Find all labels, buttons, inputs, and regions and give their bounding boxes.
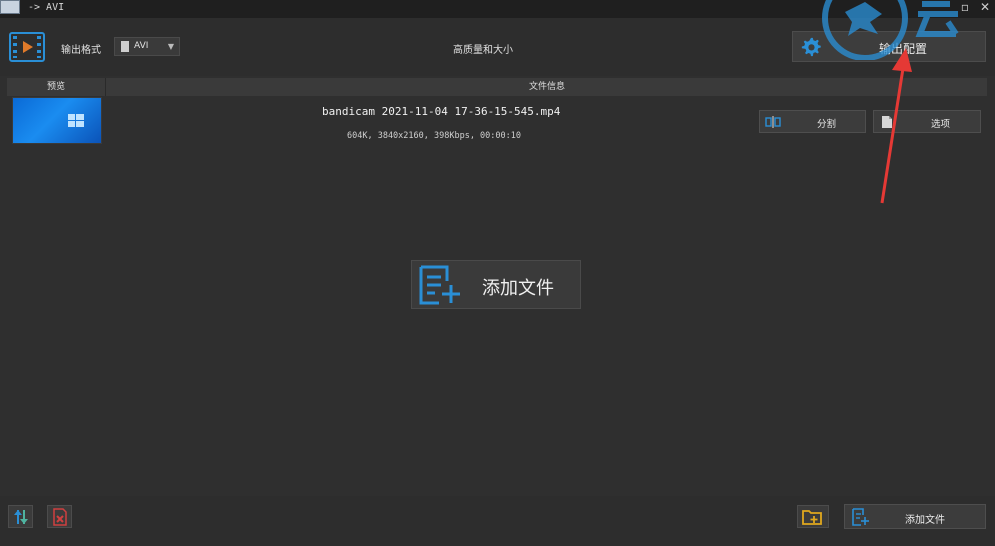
- options-button-label: 选项: [931, 119, 951, 130]
- app-window: -> AVI ▫ ✕ 输出格式 AVI ▼ 高质量和大小 输出配置 预览 文件信…: [0, 0, 995, 546]
- app-icon: [0, 0, 20, 14]
- split-button-label: 分割: [817, 119, 837, 130]
- add-file-button-label: 添加文件: [905, 515, 945, 526]
- windows-logo-icon: [68, 114, 84, 127]
- add-file-icon: [419, 265, 460, 305]
- add-file-icon: [852, 508, 869, 526]
- format-select-value: AVI: [134, 41, 149, 51]
- split-icon: [765, 116, 781, 128]
- window-title: -> AVI: [28, 2, 65, 13]
- add-folder-icon: [802, 510, 822, 525]
- video-thumbnail: [12, 97, 102, 144]
- output-format-label: 输出格式: [61, 45, 101, 56]
- remove-file-icon: [53, 508, 67, 526]
- column-header-file-info: 文件信息: [528, 82, 565, 92]
- annotation-arrow: [880, 48, 912, 204]
- column-header-preview: 预览: [7, 78, 106, 96]
- file-name: bandicam 2021-11-04 17-36-15-545.mp4: [322, 105, 561, 118]
- add-file-label: 添加文件: [482, 278, 554, 299]
- file-table-header: 预览 文件信息: [7, 78, 987, 96]
- video-format-icon: [9, 32, 45, 62]
- sort-button[interactable]: [8, 505, 33, 528]
- remove-file-button[interactable]: [47, 505, 72, 528]
- table-row[interactable]: bandicam 2021-11-04 17-36-15-545.mp4 604…: [7, 96, 987, 148]
- split-button[interactable]: 分割: [759, 110, 866, 133]
- add-folder-button[interactable]: [797, 505, 829, 528]
- sort-icon: [14, 510, 28, 524]
- add-file-button[interactable]: 添加文件: [844, 504, 986, 529]
- chevron-down-icon: ▼: [167, 42, 174, 51]
- quality-preset-label[interactable]: 高质量和大小: [453, 41, 513, 56]
- file-icon: [121, 41, 129, 52]
- add-file-button-large[interactable]: 添加文件: [411, 260, 581, 309]
- file-details: 604K, 3840x2160, 398Kbps, 00:00:10: [347, 131, 521, 141]
- bottom-toolbar: 添加文件: [0, 496, 995, 546]
- format-select[interactable]: AVI ▼: [114, 37, 180, 56]
